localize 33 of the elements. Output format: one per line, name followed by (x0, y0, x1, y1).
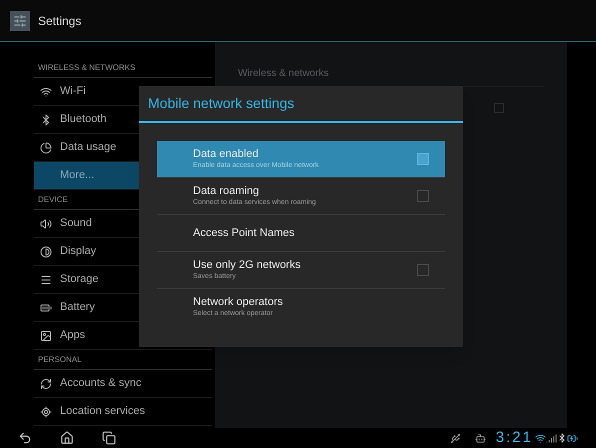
pie-chart-icon (40, 142, 52, 154)
picture-icon (40, 330, 52, 342)
wifi-icon (535, 432, 546, 444)
battery-icon (567, 432, 578, 444)
stacked-lines-icon (40, 274, 52, 286)
sidebar-item[interactable]: Accounts & sync (34, 370, 212, 398)
wifi-icon (40, 86, 52, 98)
section-header: WIRELESS & NETWORKS (37, 62, 136, 74)
back-icon[interactable] (18, 431, 32, 445)
home-icon[interactable] (60, 431, 74, 445)
contrast-icon (40, 246, 52, 258)
sync-icon (40, 378, 52, 390)
battery-icon (40, 302, 52, 314)
checkbox[interactable] (494, 102, 504, 112)
app-icon (10, 10, 30, 30)
preference-row[interactable]: Access Point Names (157, 215, 445, 252)
app-title: Settings (38, 12, 82, 30)
checkbox[interactable] (417, 264, 429, 276)
sidebar-item[interactable]: Location services (34, 398, 212, 426)
checkbox[interactable] (417, 153, 429, 165)
bluetooth-icon (40, 114, 52, 126)
usb-icon (450, 432, 461, 444)
robot-icon (474, 432, 486, 444)
recent-apps-icon[interactable] (102, 431, 116, 445)
checkbox[interactable] (417, 190, 429, 202)
section-header: PERSONAL (37, 354, 82, 366)
location-icon (40, 406, 52, 418)
speaker-icon (40, 218, 52, 230)
signal-icon (546, 432, 557, 444)
pane-title: Wireless & networks (238, 66, 329, 80)
bluetooth-icon (557, 433, 567, 443)
section-header: DEVICE (37, 194, 68, 206)
clock: 3:21 (496, 428, 533, 448)
